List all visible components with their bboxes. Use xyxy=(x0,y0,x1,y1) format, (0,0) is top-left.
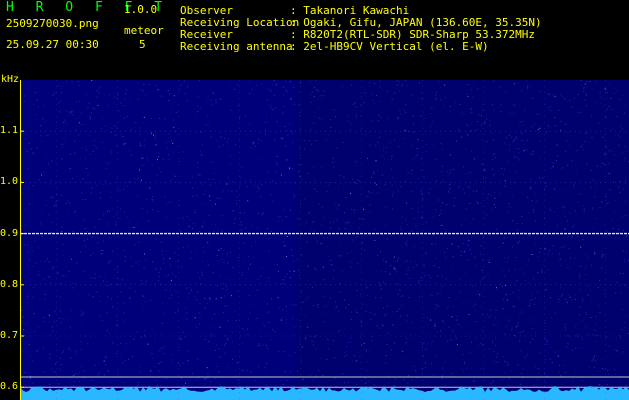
spectrogram-plot xyxy=(20,80,629,400)
app-version: 1.0.0 xyxy=(124,3,158,16)
filename: 2509270030.png xyxy=(6,17,99,30)
y-tick-label-1: 1.0 xyxy=(0,176,19,188)
header-panel: H R O F F T 1.0.0 2509270030.png 25.09.2… xyxy=(0,0,629,78)
y-tick-label-5: 0.6 xyxy=(0,381,19,393)
info-value-antenna: : 2el-HB9CV Vertical (el. E-W) xyxy=(290,40,489,53)
meteor-label: meteor xyxy=(124,24,164,37)
y-tick-label-4: 0.7 xyxy=(0,330,19,341)
datetime: 25.09.27 00:30 xyxy=(6,38,99,51)
y-tick-label-3: 0.8 xyxy=(0,278,19,290)
meteor-count: 5 xyxy=(139,38,146,51)
y-tick-label-2: 0.9 xyxy=(0,227,19,239)
spectrogram-svg xyxy=(20,80,629,400)
y-axis-unit: kHz xyxy=(1,74,20,85)
info-label-antenna: Receiving antenna xyxy=(180,40,293,53)
y-tick-label-0: 1.1 xyxy=(0,125,19,137)
